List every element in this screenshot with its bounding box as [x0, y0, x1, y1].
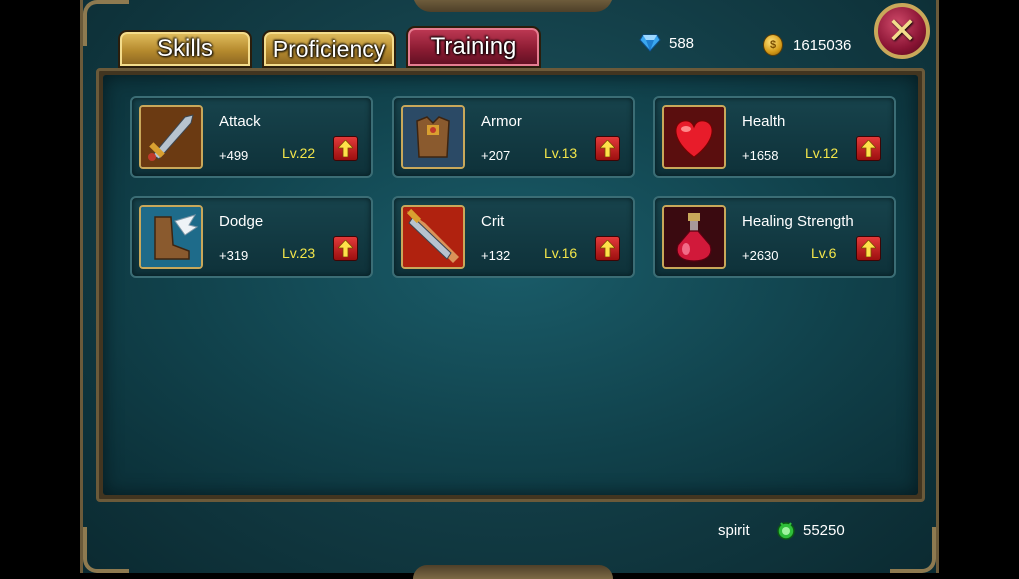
- frame-bottom-ornament: [413, 565, 613, 579]
- upgrade-armor-button[interactable]: [595, 136, 620, 161]
- close-button[interactable]: ✕: [874, 3, 930, 59]
- skill-level: Lv.16: [544, 245, 578, 261]
- potion-icon: [662, 205, 726, 269]
- upgrade-healing-strength-button[interactable]: [856, 236, 881, 261]
- tab-label: Training: [430, 33, 517, 60]
- spirit-icon: [777, 522, 795, 540]
- skill-bonus: +319: [219, 248, 249, 263]
- skill-card-attack: Attack +499 Lv.22: [130, 96, 373, 178]
- arrow-up-icon: [861, 140, 876, 157]
- gold-coin-icon: $: [763, 34, 783, 56]
- skills-panel: Attack +499 Lv.22 Armor +207 Lv.13 Healt…: [96, 68, 925, 502]
- skills-grid: Attack +499 Lv.22 Armor +207 Lv.13 Healt…: [103, 75, 918, 495]
- skill-name: Attack: [219, 113, 261, 130]
- diamond-icon: [639, 34, 661, 52]
- skill-name: Dodge: [219, 213, 264, 230]
- gem-count: 588: [669, 34, 695, 52]
- upgrade-health-button[interactable]: [856, 136, 881, 161]
- upgrade-crit-button[interactable]: [595, 236, 620, 261]
- skill-name: Crit: [481, 213, 505, 230]
- training-window: Skills Proficiency Training 588 $ 161503…: [80, 0, 939, 579]
- skill-name: Healing Strength: [742, 213, 854, 230]
- skill-name: Health: [742, 113, 786, 130]
- skill-card-dodge: Dodge +319 Lv.23: [130, 196, 373, 278]
- tab-skills[interactable]: Skills: [118, 30, 252, 68]
- skill-bonus: +132: [481, 248, 511, 263]
- upgrade-dodge-button[interactable]: [333, 236, 358, 261]
- upgrade-attack-button[interactable]: [333, 136, 358, 161]
- frame-corner-ornament: [83, 527, 129, 573]
- arrow-up-icon: [600, 140, 615, 157]
- skill-level: Lv.23: [282, 245, 316, 261]
- skill-bonus: +207: [481, 148, 511, 163]
- skill-level: Lv.6: [811, 245, 837, 261]
- skill-level: Lv.22: [282, 145, 316, 161]
- tab-label: Skills: [156, 35, 213, 62]
- arrow-up-icon: [338, 140, 353, 157]
- skill-card-armor: Armor +207 Lv.13: [392, 96, 635, 178]
- arrow-up-icon: [600, 240, 615, 257]
- sword-icon: [139, 105, 203, 169]
- frame-corner-ornament: [890, 527, 936, 573]
- gold-counter: $ 1615036: [763, 34, 851, 56]
- skill-card-crit: Crit +132 Lv.16: [392, 196, 635, 278]
- armor-icon: [401, 105, 465, 169]
- skill-bonus: +1658: [742, 148, 779, 163]
- gold-count: 1615036: [793, 36, 852, 54]
- tab-proficiency[interactable]: Proficiency: [262, 30, 396, 68]
- close-icon: ✕: [886, 10, 918, 51]
- gem-counter: 588: [639, 34, 694, 52]
- frame-top-ornament: [413, 0, 613, 12]
- spirit-label: spirit: [718, 522, 750, 539]
- tab-label: Proficiency: [272, 35, 386, 62]
- skill-bonus: +2630: [742, 248, 779, 263]
- arrow-up-icon: [338, 240, 353, 257]
- skill-card-healing-strength: Healing Strength +2630 Lv.6: [653, 196, 896, 278]
- spirit-value: 55250: [803, 522, 845, 539]
- skill-name: Armor: [481, 113, 522, 130]
- skill-level: Lv.12: [805, 145, 839, 161]
- heart-icon: [662, 105, 726, 169]
- winged-boot-icon: [139, 205, 203, 269]
- skill-bonus: +499: [219, 148, 249, 163]
- skill-card-health: Health +1658 Lv.12: [653, 96, 896, 178]
- arrow-up-icon: [861, 240, 876, 257]
- skill-level: Lv.13: [544, 145, 578, 161]
- tab-training[interactable]: Training: [406, 26, 541, 68]
- crit-blade-icon: [401, 205, 465, 269]
